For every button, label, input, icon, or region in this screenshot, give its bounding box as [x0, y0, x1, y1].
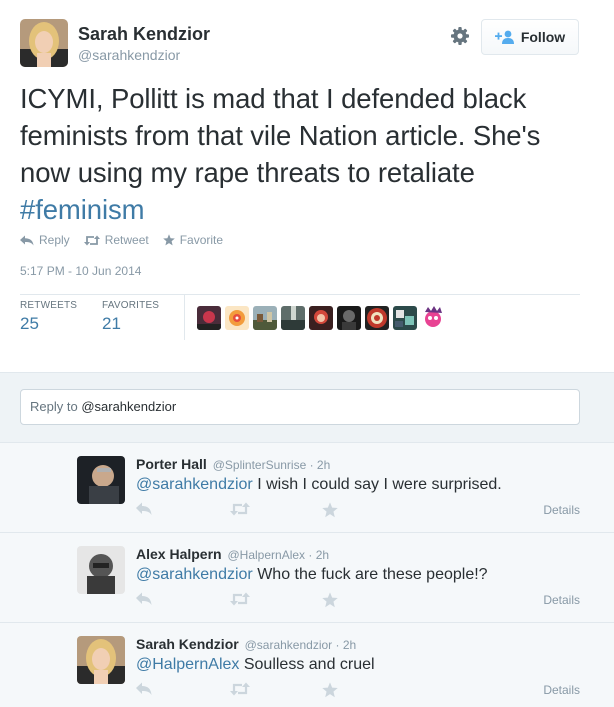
favorites-label: FAVORITES — [102, 300, 160, 311]
follow-button[interactable]: Follow — [481, 19, 579, 55]
author-name[interactable]: Sarah Kendzior — [78, 24, 210, 45]
reply-body: I wish I could say I were surprised. — [252, 476, 502, 493]
retweet-label: Retweet — [104, 233, 149, 247]
details-link[interactable]: Details — [543, 503, 580, 517]
reply-prefix: Reply to — [30, 399, 82, 414]
favorites-stat[interactable]: FAVORITES 21 — [102, 300, 159, 334]
reply-mention: @sarahkendzior — [81, 399, 177, 414]
reply-actions — [136, 592, 346, 612]
star-icon[interactable] — [322, 502, 338, 523]
avatar[interactable] — [77, 636, 125, 684]
reply-icon[interactable] — [136, 682, 152, 701]
author-avatar[interactable] — [20, 19, 68, 67]
mention-link[interactable]: @HalpernAlex — [136, 656, 239, 673]
avatar[interactable] — [281, 306, 305, 330]
reply-author-name: Porter Hall — [136, 456, 207, 472]
reply-icon[interactable] — [136, 592, 152, 611]
favorites-count: 21 — [102, 314, 121, 333]
retweets-label: RETWEETS — [20, 300, 78, 311]
star-icon[interactable] — [322, 592, 338, 613]
reply-label: Reply — [39, 233, 70, 247]
retweets-stat[interactable]: RETWEETS 25 — [20, 300, 77, 334]
main-tweet: Sarah Kendzior @sarahkendzior Follow ICY… — [0, 0, 614, 372]
favorite-action[interactable]: Favorite — [162, 233, 224, 247]
avatar[interactable] — [225, 306, 249, 330]
avatar[interactable] — [393, 306, 417, 330]
list-item[interactable]: Porter Hall @SplinterSunrise · 2h @sarah… — [0, 442, 614, 532]
reply-text: @sarahkendzior Who the fuck are these pe… — [136, 566, 488, 584]
avatar[interactable] — [421, 306, 445, 330]
reply-author[interactable]: Porter Hall @SplinterSunrise · 2h — [136, 456, 330, 472]
reply-body: Who the fuck are these people!? — [252, 566, 488, 583]
mention-link[interactable]: @sarahkendzior — [136, 476, 253, 493]
reply-author-meta: @SplinterSunrise · 2h — [212, 458, 331, 472]
avatar[interactable] — [337, 306, 361, 330]
retweet-icon[interactable] — [230, 682, 250, 701]
tweet-text: ICYMI, Pollitt is mad that I defended bl… — [20, 80, 590, 228]
reply-author[interactable]: Sarah Kendzior @sarahkendzior · 2h — [136, 636, 356, 652]
list-item[interactable]: Alex Halpern @HalpernAlex · 2h @sarahken… — [0, 532, 614, 622]
add-user-icon — [494, 30, 514, 44]
details-link[interactable]: Details — [543, 683, 580, 697]
reply-author-meta: @sarahkendzior · 2h — [244, 638, 357, 652]
avatar[interactable] — [253, 306, 277, 330]
tweet-timestamp[interactable]: 5:17 PM - 10 Jun 2014 — [20, 264, 141, 278]
reply-author-meta: @HalpernAlex · 2h — [227, 548, 330, 562]
reply-icon[interactable] — [136, 502, 152, 521]
avatar[interactable] — [197, 306, 221, 330]
avatar[interactable] — [77, 546, 125, 594]
reply-actions — [136, 682, 346, 702]
reply-input[interactable]: Reply to @sarahkendzior — [20, 389, 580, 425]
reply-action[interactable]: Reply — [20, 233, 70, 247]
mention-link[interactable]: @sarahkendzior — [136, 566, 253, 583]
tweet-body: ICYMI, Pollitt is mad that I defended bl… — [20, 83, 541, 188]
stats-divider-top — [20, 294, 580, 295]
reply-area: Reply to @sarahkendzior — [0, 372, 614, 442]
reply-author[interactable]: Alex Halpern @HalpernAlex · 2h — [136, 546, 329, 562]
list-item[interactable]: Sarah Kendzior @sarahkendzior · 2h @Halp… — [0, 622, 614, 707]
replies-list: Porter Hall @SplinterSunrise · 2h @sarah… — [0, 442, 614, 707]
reply-actions — [136, 502, 346, 522]
reply-text: @HalpernAlex Soulless and cruel — [136, 656, 375, 674]
retweets-count: 25 — [20, 314, 39, 333]
reply-text: @sarahkendzior I wish I could say I were… — [136, 476, 502, 494]
retweet-icon[interactable] — [230, 592, 250, 611]
reply-icon — [20, 235, 34, 245]
author-handle[interactable]: @sarahkendzior — [78, 47, 180, 63]
details-link[interactable]: Details — [543, 593, 580, 607]
reply-body: Soulless and cruel — [239, 656, 375, 673]
avatar[interactable] — [365, 306, 389, 330]
tweet-actions: Reply Retweet Favorite — [20, 233, 223, 247]
follow-label: Follow — [520, 29, 566, 45]
favorite-label: Favorite — [179, 233, 224, 247]
avatar[interactable] — [77, 456, 125, 504]
hashtag-link[interactable]: #feminism — [20, 194, 145, 225]
favoriters-avatars — [197, 306, 445, 330]
retweet-action[interactable]: Retweet — [83, 233, 149, 247]
retweet-icon[interactable] — [230, 502, 250, 521]
retweet-icon — [83, 235, 100, 245]
star-icon — [162, 234, 175, 246]
gear-icon[interactable] — [450, 26, 470, 46]
reply-author-name: Sarah Kendzior — [136, 636, 239, 652]
star-icon[interactable] — [322, 682, 338, 703]
reply-author-name: Alex Halpern — [136, 546, 222, 562]
avatar[interactable] — [309, 306, 333, 330]
stats-divider — [184, 295, 185, 340]
